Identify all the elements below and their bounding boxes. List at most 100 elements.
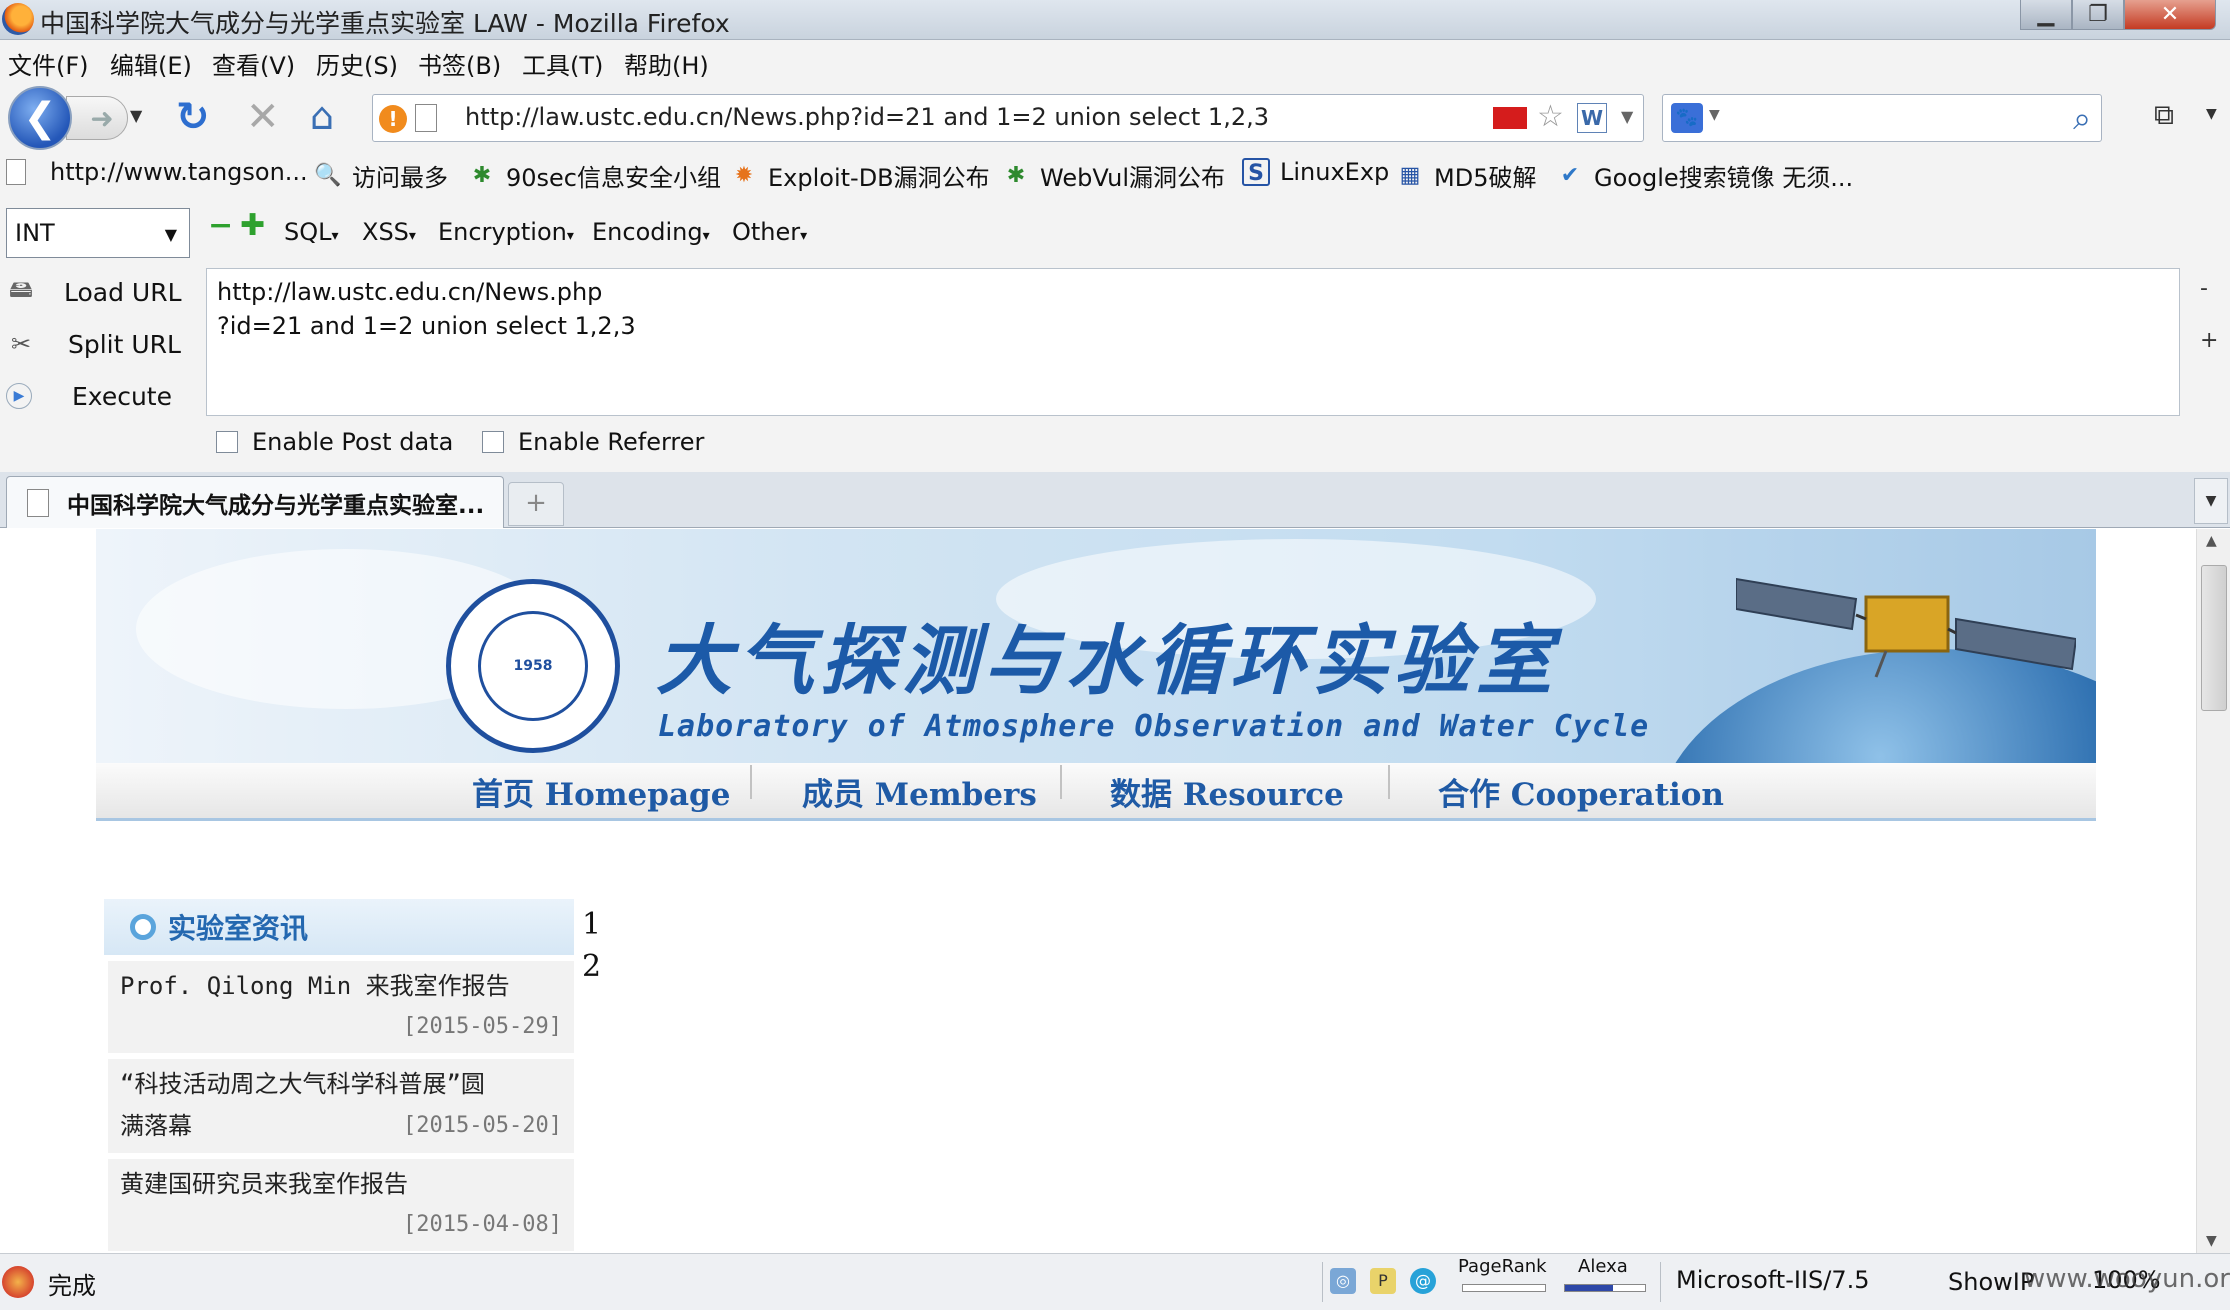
menu-help[interactable]: 帮助(H) bbox=[624, 46, 709, 81]
home-icon[interactable]: ⌂ bbox=[310, 94, 334, 138]
search-icon[interactable]: ⌕ bbox=[2073, 99, 2091, 138]
close-button[interactable]: ✕ bbox=[2124, 0, 2216, 30]
search-bar[interactable]: 🐾 ▼ ⌕ bbox=[1662, 94, 2102, 142]
arrow-left-icon: ❮ bbox=[23, 95, 57, 141]
url-textarea[interactable]: http://law.ustc.edu.cn/News.php ?id=21 a… bbox=[206, 268, 2180, 416]
news-item-title-cont[interactable]: 满落幕 bbox=[120, 1105, 192, 1147]
exploit-db-icon: ✹ bbox=[734, 162, 754, 188]
toolbar-overflow-icon[interactable]: ▼ bbox=[2206, 106, 2217, 122]
enable-referrer-label: Enable Referrer bbox=[518, 428, 705, 456]
p-addon-icon[interactable]: P bbox=[1370, 1268, 1396, 1294]
bookmark-90sec[interactable]: ✱ 90sec信息安全小组 bbox=[468, 158, 721, 193]
tab-label: 中国科学院大气成分与光学重点实验室... bbox=[67, 492, 485, 519]
showip-label[interactable]: ShowIP bbox=[1948, 1268, 2034, 1296]
news-item[interactable]: Prof. Qilong Min 来我室作报告 [2015-05-29] bbox=[108, 961, 574, 1053]
w-addon-icon[interactable]: W bbox=[1577, 103, 1607, 133]
bookmark-most-visited[interactable]: 🔍 访问最多 bbox=[314, 158, 448, 193]
news-item-title[interactable]: “科技活动周之大气科学科普展”圆 bbox=[120, 1063, 562, 1105]
menu-bookmarks[interactable]: 书签(B) bbox=[418, 46, 501, 81]
page-viewport: 1958 大气探测与水循环实验室 Laboratory of Atmospher… bbox=[0, 529, 2230, 1253]
search-engine-dropdown-icon[interactable]: ▼ bbox=[1709, 107, 1720, 123]
history-dropdown-icon[interactable]: ▼ bbox=[130, 106, 142, 125]
split-url-button[interactable]: ✂ Split URL bbox=[0, 324, 200, 364]
encryption-menu[interactable]: Encryption▾ bbox=[438, 218, 574, 246]
nav-resource[interactable]: 数据 Resource bbox=[1110, 769, 1344, 814]
load-url-button[interactable]: 🖴 Load URL bbox=[0, 272, 200, 312]
at-addon-icon[interactable]: @ bbox=[1410, 1268, 1436, 1294]
xss-menu[interactable]: XSS▾ bbox=[362, 218, 416, 246]
shrink-textarea-button[interactable]: - bbox=[2200, 276, 2208, 301]
news-panel: 实验室资讯 Prof. Qilong Min 来我室作报告 [2015-05-2… bbox=[104, 899, 574, 1251]
sql-menu[interactable]: SQL▾ bbox=[284, 218, 339, 246]
stop-icon[interactable]: ✕ bbox=[246, 94, 280, 140]
scroll-down-icon[interactable]: ▼ bbox=[2206, 1233, 2217, 1249]
vertical-scrollbar[interactable]: ▲ ▼ bbox=[2196, 529, 2230, 1253]
menu-file[interactable]: 文件(F) bbox=[8, 46, 89, 81]
minimize-button[interactable]: ▁ bbox=[2020, 0, 2072, 30]
site-identity-icon[interactable]: ! bbox=[379, 105, 407, 133]
network-icon[interactable]: ◎ bbox=[1330, 1268, 1356, 1294]
encoding-menu-label: Encoding bbox=[592, 218, 703, 246]
enable-post-checkbox[interactable]: Enable Post data bbox=[216, 428, 453, 456]
watermark-text: www.wooyun.org bbox=[2024, 1264, 2230, 1294]
scroll-up-icon[interactable]: ▲ bbox=[2206, 533, 2217, 549]
menu-history[interactable]: 历史(S) bbox=[316, 46, 398, 81]
bookmark-webvul[interactable]: ✱ WebVul漏洞公布 bbox=[1002, 158, 1225, 193]
int-select[interactable]: INT ▼ bbox=[6, 208, 190, 258]
menu-view[interactable]: 查看(V) bbox=[212, 46, 295, 81]
address-input[interactable]: http://law.ustc.edu.cn/News.php?id=21 an… bbox=[465, 103, 1269, 131]
bookmark-md5[interactable]: ▦ MD5破解 bbox=[1396, 158, 1537, 193]
window-controls: ▁ ❐ ✕ bbox=[2020, 0, 2216, 30]
expand-textarea-button[interactable]: + bbox=[2200, 328, 2218, 353]
bookmark-google-mirror[interactable]: ✔ Google搜索镜像 无须... bbox=[1556, 158, 1853, 193]
increase-icon[interactable]: ✚ bbox=[240, 211, 265, 241]
news-item[interactable]: “科技活动周之大气科学科普展”圆 满落幕 [2015-05-20] bbox=[108, 1059, 574, 1153]
pagerank-label[interactable]: PageRank bbox=[1458, 1256, 1547, 1277]
menu-edit[interactable]: 编辑(E) bbox=[110, 46, 192, 81]
news-item-title[interactable]: Prof. Qilong Min 来我室作报告 bbox=[120, 965, 562, 1007]
bookmark-linuxexp[interactable]: S LinuxExp bbox=[1242, 158, 1389, 186]
tab-active[interactable]: 中国科学院大气成分与光学重点实验室... bbox=[6, 476, 504, 528]
url-history-dropdown-icon[interactable]: ▼ bbox=[1621, 107, 1633, 126]
checkbox-box[interactable] bbox=[482, 431, 504, 453]
decrease-icon[interactable]: − bbox=[208, 211, 233, 241]
lab-title: 大气探测与水循环实验室 bbox=[656, 616, 1558, 705]
bug-icon: ✱ bbox=[1006, 162, 1026, 188]
nav-separator bbox=[750, 765, 752, 799]
enable-referrer-checkbox[interactable]: Enable Referrer bbox=[482, 428, 704, 456]
bird-icon: ✔ bbox=[1560, 162, 1580, 188]
tab-list-dropdown-icon[interactable]: ▼ bbox=[2194, 478, 2228, 524]
new-tab-button[interactable]: + bbox=[508, 482, 564, 526]
maximize-button[interactable]: ❐ bbox=[2072, 0, 2124, 30]
addon-toolbar-icon[interactable]: ⧉ bbox=[2154, 98, 2174, 132]
reload-icon[interactable]: ↻ bbox=[176, 94, 210, 140]
address-bar[interactable]: ! http://law.ustc.edu.cn/News.php?id=21 … bbox=[372, 94, 1644, 142]
news-item[interactable]: 黄建国研究员来我室作报告 [2015-04-08] bbox=[108, 1159, 574, 1251]
hackbar-panel: 🖴 Load URL ✂ Split URL ▶ Execute http://… bbox=[0, 262, 2230, 472]
grid-icon: ▦ bbox=[1399, 162, 1421, 188]
encoding-menu[interactable]: Encoding▾ bbox=[592, 218, 710, 246]
menu-bar: 文件(F) 编辑(E) 查看(V) 历史(S) 书签(B) 工具(T) 帮助(H… bbox=[0, 40, 2230, 84]
bookmark-tangson[interactable]: http://www.tangson... bbox=[6, 158, 308, 186]
scroll-thumb[interactable] bbox=[2201, 565, 2227, 711]
news-item-row: 满落幕 [2015-05-20] bbox=[120, 1105, 562, 1147]
back-button[interactable]: ❮ bbox=[8, 86, 72, 150]
other-menu[interactable]: Other▾ bbox=[732, 218, 807, 246]
search-engine-icon[interactable]: 🐾 bbox=[1671, 103, 1703, 133]
news-item-date: [2015-05-20] bbox=[403, 1113, 562, 1138]
nav-members[interactable]: 成员 Members bbox=[802, 769, 1037, 814]
checkbox-box[interactable] bbox=[216, 431, 238, 453]
alexa-label[interactable]: Alexa bbox=[1578, 1256, 1628, 1277]
news-item-date: [2015-05-29] bbox=[403, 1014, 562, 1039]
arrow-right-icon: ➜ bbox=[90, 101, 114, 135]
navigation-toolbar: ➜ ❮ ▼ ↻ ✕ ⌂ ! http://law.ustc.edu.cn/New… bbox=[0, 84, 2230, 150]
news-item-title[interactable]: 黄建国研究员来我室作报告 bbox=[120, 1163, 562, 1205]
nav-homepage[interactable]: 首页 Homepage bbox=[472, 769, 730, 814]
university-emblem: 1958 bbox=[446, 579, 620, 753]
execute-button[interactable]: ▶ Execute bbox=[0, 376, 200, 416]
bookmark-exploit-db[interactable]: ✹ Exploit-DB漏洞公布 bbox=[730, 158, 990, 193]
forward-button[interactable]: ➜ bbox=[66, 96, 128, 140]
nav-cooperation[interactable]: 合作 Cooperation bbox=[1438, 769, 1724, 814]
bookmark-star-icon[interactable]: ☆ bbox=[1537, 99, 1564, 134]
menu-tools[interactable]: 工具(T) bbox=[522, 46, 603, 81]
